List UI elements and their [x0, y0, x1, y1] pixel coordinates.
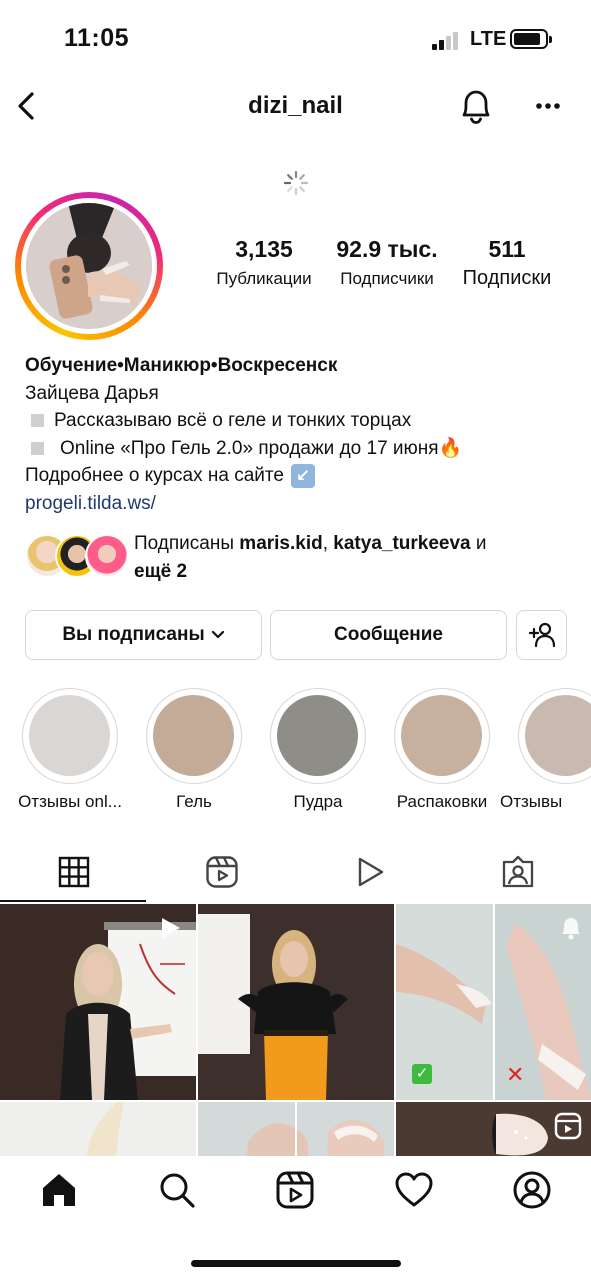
post-thumbnail[interactable] [198, 904, 394, 1100]
reels-icon [206, 856, 238, 888]
highlight-label: Отзывы onl... [18, 792, 122, 811]
status-time: 11:05 [64, 24, 130, 52]
home-icon[interactable] [39, 1170, 79, 1210]
highlight-cover [277, 695, 358, 776]
following-button[interactable]: Вы подписаны [25, 610, 262, 660]
stat-following-label: Подписки [462, 267, 552, 289]
bottom-navigation [0, 1156, 591, 1280]
followed-by-text: Подписаны maris.kid, katya_turkeeva и ещ… [134, 533, 487, 582]
highlight-cover [29, 695, 110, 776]
stat-following-value: 511 [488, 236, 526, 262]
grid-icon [58, 856, 90, 888]
profile-header: dizi_nail [0, 80, 591, 132]
bio-line: Зайцева Дарья [25, 382, 159, 404]
fire-emoji-icon: 🔥 [438, 437, 463, 459]
add-person-button[interactable] [516, 610, 567, 660]
highlight-label: Пудра [293, 792, 343, 811]
tab-videos[interactable] [296, 842, 444, 902]
stat-followers-label: Подписчики [340, 269, 434, 288]
stat-following[interactable]: 511 Подписки [453, 236, 561, 290]
avatar [85, 534, 129, 578]
post-thumbnail[interactable]: ✓ ✕ [396, 904, 591, 1100]
highlight-cover [153, 695, 234, 776]
add-person-icon [528, 622, 555, 648]
arrow-down-left-icon: ↙ [290, 463, 315, 488]
bio-name: Обучение•Маникюр•Воскресенск [25, 355, 338, 376]
more-horizontal-icon[interactable] [530, 88, 566, 124]
post-thumbnail[interactable] [396, 1102, 591, 1156]
post-thumbnail[interactable] [0, 904, 196, 1100]
stat-posts[interactable]: 3,135 Публикации [205, 236, 323, 289]
reels-icon[interactable] [275, 1170, 315, 1210]
network-label: LTE [470, 28, 507, 50]
status-bar: 11:05 LTE [0, 0, 591, 80]
highlight-label: Отзывы [500, 792, 563, 811]
bullet-icon [31, 441, 44, 455]
reel-play-icon [162, 918, 180, 938]
bell-icon[interactable] [456, 84, 496, 128]
bullet-icon [31, 414, 44, 428]
highlight-cover [525, 695, 591, 776]
highlight-label: Распаковки [396, 792, 488, 811]
signal-icon [432, 32, 462, 50]
tab-reels[interactable] [148, 842, 296, 902]
chevron-down-icon [211, 630, 224, 639]
profile-stats: 3,135 Публикации 92.9 тыс. Подписчики 51… [205, 236, 565, 296]
follower-username[interactable]: katya_turkeeva [333, 533, 470, 554]
bell-icon [562, 918, 580, 940]
story-ring[interactable] [15, 192, 163, 340]
heart-icon[interactable] [394, 1170, 434, 1210]
story-highlight[interactable]: Гель [146, 688, 246, 818]
followed-by-more[interactable]: ещё 2 [134, 561, 187, 582]
cross-mark-icon: ✕ [506, 1062, 525, 1087]
battery-icon [510, 29, 552, 49]
bio-line: Online «Про Гель 2.0» продажи до 17 июня… [25, 435, 575, 463]
reels-icon [554, 1112, 582, 1140]
stat-posts-value: 3,135 [235, 236, 293, 262]
stat-followers[interactable]: 92.9 тыс. Подписчики [327, 236, 447, 289]
tab-grid[interactable] [0, 842, 148, 902]
play-icon [358, 857, 384, 887]
story-highlight[interactable]: Распаковки [394, 688, 494, 818]
bio-link[interactable]: progeli.tilda.ws/ [25, 490, 575, 518]
tab-tagged[interactable] [444, 842, 591, 902]
search-icon[interactable] [157, 1170, 197, 1210]
story-highlight[interactable]: Пудра [270, 688, 370, 818]
home-indicator[interactable] [191, 1260, 401, 1267]
posts-grid: ✓ ✕ [0, 904, 591, 1156]
follower-username[interactable]: maris.kid [239, 533, 322, 554]
check-mark-icon: ✓ [412, 1064, 432, 1084]
story-highlight[interactable]: Отзывы [500, 688, 591, 818]
avatar [26, 203, 152, 329]
profile-username: dizi_nail [248, 92, 343, 119]
highlight-label: Гель [176, 792, 212, 811]
bio-line: Рассказываю всё о геле и тонких торцах [25, 407, 575, 435]
stat-posts-label: Публикации [216, 269, 312, 288]
tagged-icon [502, 855, 534, 888]
profile-tabs [0, 842, 591, 902]
followed-by[interactable]: Подписаны maris.kid, katya_turkeeva и ещ… [25, 530, 575, 586]
active-tab-indicator [0, 900, 146, 902]
bio-line: Подробнее о курсах на сайте ↙ [25, 462, 575, 490]
highlight-cover [401, 695, 482, 776]
stat-followers-value: 92.9 тыс. [336, 236, 438, 262]
profile-bio: Обучение•Маникюр•Воскресенск Зайцева Дар… [25, 352, 575, 517]
post-thumbnail[interactable] [198, 1102, 394, 1156]
loading-spinner-icon [283, 170, 309, 196]
story-highlight[interactable]: Отзывы onl... [18, 688, 122, 818]
post-thumbnail[interactable] [0, 1102, 196, 1156]
message-button[interactable]: Сообщение [270, 610, 507, 660]
profile-icon[interactable] [512, 1170, 552, 1210]
